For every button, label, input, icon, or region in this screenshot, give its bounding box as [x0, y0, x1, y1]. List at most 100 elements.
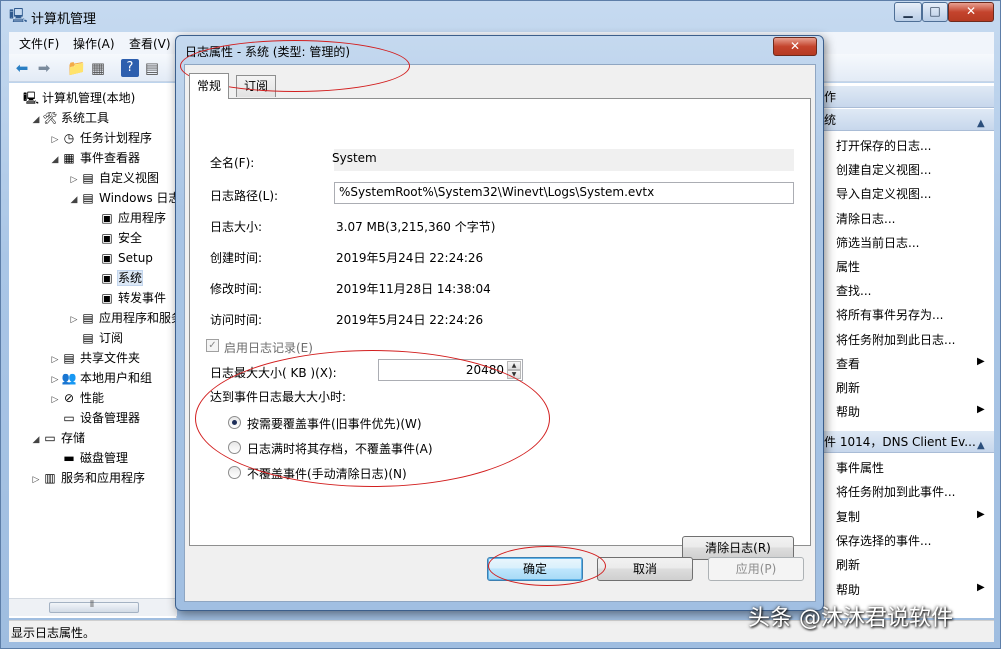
event-viewer-icon: ▦ [63, 151, 75, 165]
action-item[interactable]: 帮助 [836, 403, 860, 420]
menu-action[interactable]: 操作(A) [73, 35, 115, 52]
fullname-label: 全名(F): [210, 156, 255, 170]
action-item[interactable]: 将任务附加到此事件... [836, 483, 955, 500]
action-item[interactable]: 保存选择的事件... [836, 532, 931, 549]
tree-item-label: 应用程序和服务 [99, 311, 177, 325]
tree-item[interactable]: ◢ ▦ 事件查看器 [49, 148, 140, 168]
show-hide-tree-icon[interactable]: ▦ [89, 59, 107, 77]
scrollbar-grip-icon: ⦀ [90, 600, 94, 610]
tree-item[interactable]: ▭ 设备管理器 [49, 408, 140, 428]
action-item[interactable]: 将所有事件另存为... [836, 306, 943, 323]
tree-item-label: 磁盘管理 [80, 451, 129, 465]
folder-icon: ▤ [82, 171, 94, 185]
help-icon[interactable]: ? [121, 59, 139, 77]
action-item[interactable]: 刷新 [836, 379, 860, 396]
maximize-button[interactable]: □ [922, 2, 948, 22]
tree-horizontal-scrollbar[interactable]: ⦀ [9, 598, 177, 616]
action-item[interactable]: 筛选当前日志... [836, 234, 919, 251]
logpath-input[interactable]: %SystemRoot%\System32\Winevt\Logs\System… [334, 182, 794, 204]
submenu-arrow-icon: ▶ [977, 355, 985, 367]
tree-item[interactable]: ◢ 🛠 系统工具 [30, 108, 109, 128]
action-item[interactable]: 帮助 [836, 581, 860, 598]
menu-file[interactable]: 文件(F) [19, 35, 59, 52]
tree-item[interactable]: ▣ 系统 [87, 268, 144, 288]
radio-do-not-overwrite[interactable] [228, 466, 241, 479]
log-icon: ▣ [101, 251, 113, 265]
collapse-icon[interactable]: ◢ [30, 110, 42, 130]
forward-arrow-icon[interactable]: ➡ [35, 59, 53, 77]
minimize-button[interactable]: ▁ [894, 2, 922, 22]
up-folder-icon[interactable]: 📁 [67, 59, 86, 77]
clock-icon: ◷ [63, 131, 75, 145]
tree-item[interactable]: ▣ 应用程序 [87, 208, 166, 228]
tree-item[interactable]: ▷ ◷ 任务计划程序 [49, 128, 152, 148]
action-item[interactable]: 打开保存的日志... [836, 137, 931, 154]
tree-item-label: 系统工具 [61, 111, 110, 125]
action-item[interactable]: 事件属性 [836, 459, 884, 476]
tree-item-label: Setup [118, 251, 153, 265]
tree-item[interactable]: ▷ ▥ 服务和应用程序 [30, 468, 145, 488]
tree-item[interactable]: ▷ 👥 本地用户和组 [49, 368, 152, 388]
action-item[interactable]: 创建自定义视图... [836, 161, 931, 178]
title-bar[interactable]: 🖳 计算机管理 ▁ □ ✕ [1, 1, 1001, 31]
tree-item[interactable]: ▷ ▤ 共享文件夹 [49, 348, 140, 368]
expand-icon[interactable]: ▷ [68, 310, 80, 330]
back-arrow-icon[interactable]: ⬅ [13, 59, 31, 77]
apply-button[interactable]: 应用(P) [708, 557, 804, 581]
cancel-button[interactable]: 取消 [597, 557, 693, 581]
expand-icon[interactable]: ▷ [49, 130, 61, 150]
spin-up-button[interactable]: ▲ [507, 361, 521, 370]
expand-icon[interactable]: ▷ [30, 470, 42, 490]
tree-item[interactable]: ▷ ⊘ 性能 [49, 388, 104, 408]
collapse-icon[interactable]: ◢ [49, 150, 61, 170]
tree-item-label: 自定义视图 [99, 171, 160, 185]
action-item[interactable]: 清除日志... [836, 210, 895, 227]
collapse-icon[interactable]: ◢ [30, 430, 42, 450]
properties-icon[interactable]: ▤ [143, 59, 161, 77]
expand-icon[interactable]: ▷ [68, 170, 80, 190]
collapse-icon[interactable]: ◢ [68, 190, 80, 210]
scrollbar-thumb[interactable]: ⦀ [49, 600, 139, 613]
submenu-arrow-icon: ▶ [977, 508, 985, 520]
actions-section-event[interactable]: 件 1014，DNS Client Ev... ▲ [824, 431, 994, 453]
tree-item-label: 性能 [80, 391, 105, 405]
collapse-caret-icon[interactable]: ▲ [977, 435, 985, 452]
expand-icon[interactable]: ▷ [49, 390, 61, 410]
tab-general[interactable]: 常规 [189, 73, 230, 99]
tree-item[interactable]: ▷ ▤ 自定义视图 [68, 168, 159, 188]
tree-item[interactable]: ▣ 转发事件 [87, 288, 166, 308]
enable-logging-checkbox[interactable]: ✓ [206, 339, 219, 352]
tree-item[interactable]: ◢ ▭ 存储 [30, 428, 85, 448]
tree-item[interactable]: 🖳 计算机管理(本地) [11, 88, 135, 108]
tree-item[interactable]: ▣ Setup [87, 248, 153, 268]
close-button[interactable]: ✕ [948, 2, 994, 22]
tree-item[interactable]: ◢ ▤ Windows 日志 [68, 188, 176, 210]
action-item[interactable]: 将任务附加到此日志... [836, 331, 955, 348]
expand-icon[interactable]: ▷ [49, 350, 61, 370]
created-label: 创建时间: [210, 251, 263, 265]
performance-icon: ⊘ [63, 391, 75, 405]
console-tree: 🖳 计算机管理(本地) ◢ 🛠 系统工具 ▷ ◷ 任务计划程序 ◢ ▦ 事件查看器 ▷ ▤ 自定义视图 ◢ ▤… [9, 83, 177, 618]
action-item[interactable]: 查找... [836, 282, 871, 299]
action-item[interactable]: 查看 [836, 355, 860, 372]
tree-item[interactable]: ▤ 订阅 [68, 328, 123, 348]
action-item[interactable]: 复制 [836, 508, 860, 525]
action-item[interactable]: 属性 [836, 258, 860, 275]
tree-item[interactable]: ▬ 磁盘管理 [49, 448, 128, 468]
logsize-label: 日志大小: [210, 220, 263, 234]
logpath-label: 日志路径(L): [210, 189, 279, 203]
action-item[interactable]: 刷新 [836, 556, 860, 573]
actions-section-log[interactable]: 统 ▲ [824, 109, 994, 131]
action-item[interactable]: 导入自定义视图... [836, 185, 931, 202]
menu-view[interactable]: 查看(V) [129, 35, 171, 52]
dialog-close-button[interactable]: ✕ [773, 37, 817, 56]
expand-icon[interactable]: ▷ [49, 370, 61, 390]
log-icon: ▣ [101, 291, 113, 305]
actions-title[interactable]: 作 [824, 86, 994, 108]
tree-item-label: 事件查看器 [80, 151, 141, 165]
collapse-caret-icon[interactable]: ▲ [977, 113, 985, 130]
submenu-arrow-icon: ▶ [977, 404, 985, 416]
tree-item[interactable]: ▣ 安全 [87, 228, 142, 248]
logsize-value: 3.07 MB(3,215,360 个字节) [336, 220, 496, 234]
tree-item[interactable]: ▷ ▤ 应用程序和服务 [68, 308, 177, 330]
